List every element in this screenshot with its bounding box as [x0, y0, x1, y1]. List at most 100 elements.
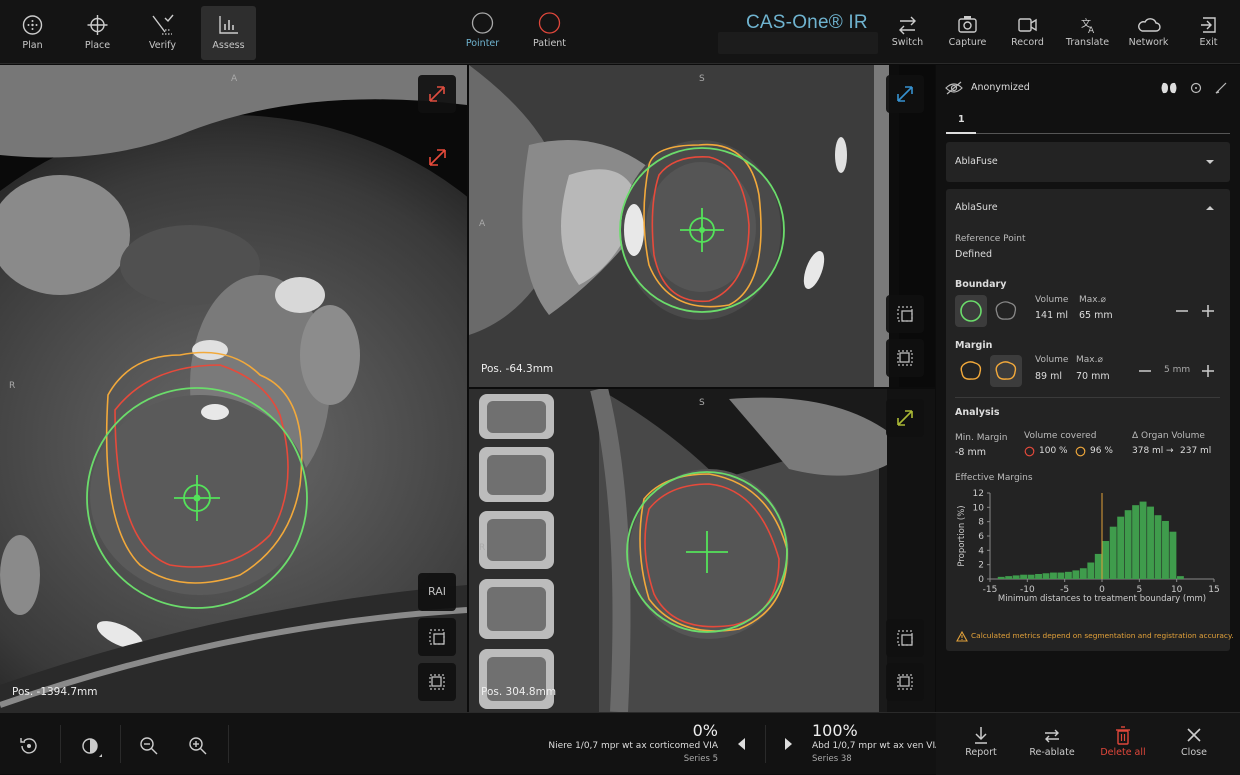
boundary-volume-label: Volume: [1035, 295, 1069, 305]
right-series-name: Abd 1/0,7 mpr wt ax ven VIA: [812, 741, 942, 751]
translate-icon: 文A: [1081, 17, 1095, 36]
place-button[interactable]: Place: [70, 6, 125, 60]
pointer-label: Pointer: [465, 38, 500, 49]
exit-icon: [1201, 17, 1216, 33]
boundary-contour-button[interactable]: [990, 295, 1022, 327]
margin-max-label: Max.⌀: [1076, 355, 1103, 365]
previous-series-icon[interactable]: [734, 735, 750, 753]
pointer-mode-icon: [471, 12, 494, 34]
chevron-down-icon: [1206, 160, 1214, 164]
close-label: Close: [1181, 747, 1207, 758]
svg-text:A: A: [1088, 26, 1095, 36]
boundary-plus-icon[interactable]: [1200, 303, 1216, 319]
sagittal-position: Pos. -64.3mm: [481, 363, 554, 375]
anonymized-label: Anonymized: [971, 82, 1030, 93]
verify-label: Verify: [149, 40, 176, 51]
next-series-icon[interactable]: [780, 735, 796, 753]
top-toolbar: Plan Place Verify Assess Pointer Patient…: [0, 0, 1240, 64]
chevron-up-icon[interactable]: [1204, 204, 1216, 212]
axial-crop-button[interactable]: [418, 663, 456, 701]
report-button[interactable]: Report: [951, 713, 1011, 758]
left-series-opacity: 0%: [692, 721, 718, 740]
histogram-bar: [1079, 568, 1087, 579]
histogram-bar: [1072, 570, 1080, 579]
histogram-bar: [1176, 576, 1184, 579]
divider: [228, 725, 229, 763]
zoom-out-icon[interactable]: [136, 733, 162, 759]
divider: [955, 397, 1220, 398]
crosshair-icon: [87, 15, 108, 35]
place-label: Place: [84, 40, 111, 51]
rotate-reset-icon[interactable]: [16, 733, 42, 759]
tab-1[interactable]: 1: [958, 114, 965, 125]
ablasure-label[interactable]: AblaSure: [955, 202, 998, 213]
volume-covered-label: Volume covered: [1024, 431, 1097, 441]
verify-button[interactable]: Verify: [135, 6, 190, 60]
ablasure-section: AblaSure Reference Point Defined Boundar…: [946, 189, 1234, 651]
margin-minus-icon[interactable]: [1137, 363, 1153, 379]
boundary-title: Boundary: [955, 279, 1007, 290]
axial-viewport[interactable]: A R RAI Pos. -1394.7mm: [0, 65, 467, 712]
layout-icon: [897, 306, 913, 322]
zoom-in-icon[interactable]: [185, 733, 211, 759]
axial-layout-button[interactable]: [418, 618, 456, 656]
assess-button[interactable]: Assess: [201, 6, 256, 60]
expand-icon: [897, 86, 913, 102]
network-button[interactable]: Network: [1121, 8, 1176, 48]
axial-maximize-button[interactable]: [418, 75, 456, 113]
patient-mode-button[interactable]: Patient: [522, 4, 577, 58]
sagittal-maximize-button[interactable]: [886, 75, 924, 113]
boundary-minus-icon[interactable]: [1174, 303, 1190, 319]
eye-off-icon[interactable]: [945, 80, 963, 96]
trash-icon: [1116, 726, 1130, 745]
histogram-bar: [1057, 572, 1065, 579]
ablafuse-section[interactable]: AblaFuse: [946, 142, 1230, 182]
record-button[interactable]: Record: [1000, 8, 1055, 48]
sagittal-crop-button[interactable]: [886, 339, 924, 377]
coronal-crop-button[interactable]: [886, 663, 924, 701]
exit-button[interactable]: Exit: [1181, 8, 1236, 48]
plan-button[interactable]: Plan: [5, 6, 60, 60]
axial-ct-image: [0, 65, 467, 712]
patient-label: Patient: [532, 38, 567, 49]
sagittal-orientation-left: A: [479, 219, 486, 229]
record-label: Record: [1011, 37, 1044, 48]
histogram-bar: [1109, 526, 1117, 579]
y-tick-label: 4: [978, 546, 984, 556]
kidney-icon[interactable]: [1160, 81, 1178, 95]
margin-plus-icon[interactable]: [1200, 363, 1216, 379]
target-icon[interactable]: [1189, 81, 1203, 95]
min-margin-label: Min. Margin: [955, 433, 1008, 443]
warning-text: Calculated metrics depend on segmentatio…: [971, 631, 1234, 640]
video-icon: [1018, 18, 1037, 32]
delete-all-button[interactable]: Delete all: [1093, 713, 1153, 758]
rai-button[interactable]: RAI: [418, 573, 456, 611]
coronal-maximize-button[interactable]: [886, 399, 924, 437]
effective-margins-chart: 024681012-15 -10 -5 0 5 10 15Minimum distances…: [957, 489, 1220, 604]
switch-button[interactable]: Switch: [880, 8, 935, 48]
close-button[interactable]: Close: [1164, 713, 1224, 758]
coronal-viewport[interactable]: S R Pos. 304.8mm: [469, 389, 935, 712]
translate-button[interactable]: 文A Translate: [1060, 8, 1115, 48]
organ-volume-to: 237 ml: [1180, 446, 1212, 456]
reablate-icon: [1045, 729, 1059, 743]
histogram-bar: [1117, 516, 1125, 579]
analysis-title: Analysis: [955, 407, 1000, 418]
sagittal-layout-button[interactable]: [886, 295, 924, 333]
re-ablate-button[interactable]: Re-ablate: [1022, 713, 1082, 758]
coronal-position: Pos. 304.8mm: [481, 686, 557, 698]
margin-contour-button[interactable]: [955, 355, 987, 387]
histogram-bar: [1162, 520, 1169, 579]
sagittal-orientation-top: S: [699, 74, 705, 84]
histogram-bar: [1154, 515, 1162, 579]
left-series-name: Niere 1/0,7 mpr wt ax corticomed VIA: [548, 741, 718, 751]
sagittal-viewport[interactable]: S A Pos. -64.3mm: [469, 65, 935, 387]
margin-contour-active-button[interactable]: [990, 355, 1022, 387]
boundary-sphere-button[interactable]: [955, 295, 987, 327]
window-level-icon[interactable]: [77, 733, 103, 759]
pointer-mode-button[interactable]: Pointer: [455, 4, 510, 58]
capture-button[interactable]: Capture: [940, 8, 995, 48]
needle-icon[interactable]: [1214, 81, 1228, 95]
histogram-bar: [1087, 562, 1095, 579]
coronal-layout-button[interactable]: [886, 619, 924, 657]
